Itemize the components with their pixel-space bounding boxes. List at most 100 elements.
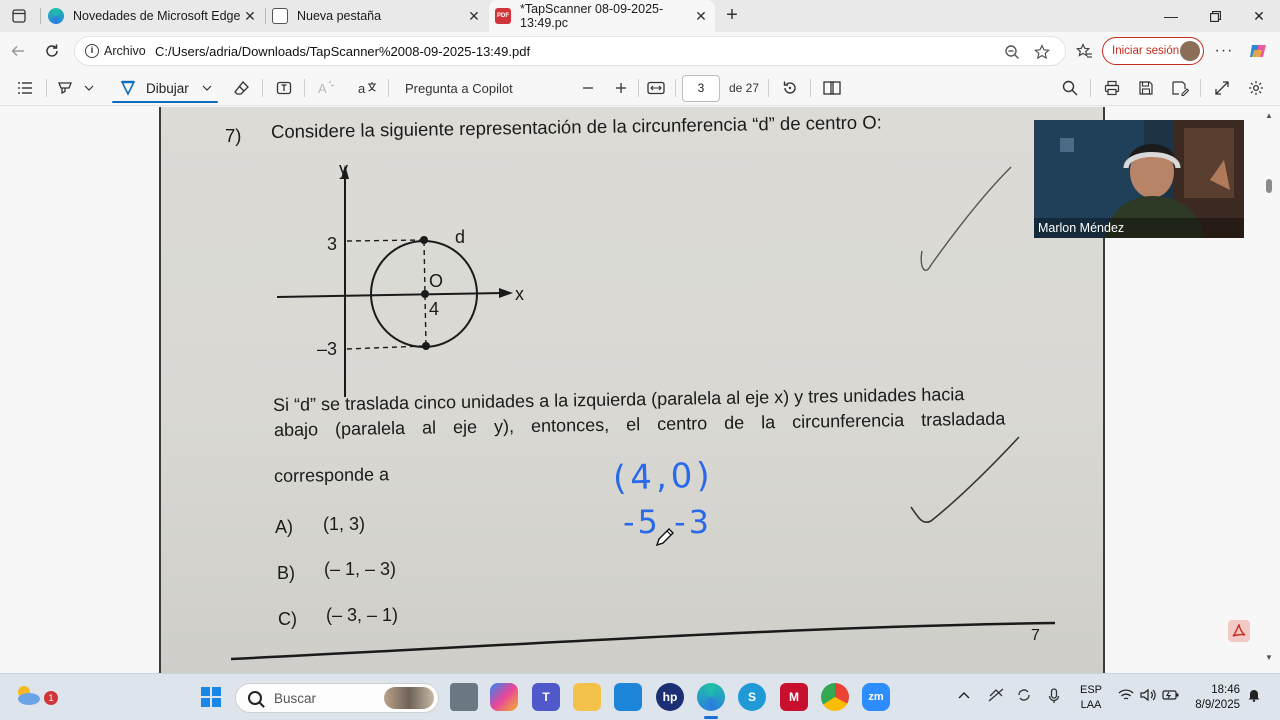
close-window-button[interactable]: ✕: [1236, 0, 1280, 32]
file-explorer-icon[interactable]: [573, 683, 601, 711]
tab-edge-news[interactable]: Novedades de Microsoft Edge ✕: [46, 0, 264, 32]
volume-icon[interactable]: [1140, 688, 1156, 705]
pdf-page: 7) Considere la siguiente representación…: [159, 107, 1105, 673]
network-off-icon[interactable]: [988, 688, 1004, 705]
teams-icon[interactable]: T: [532, 683, 560, 711]
point-bottom: [422, 342, 430, 350]
page-view-button[interactable]: [820, 74, 844, 102]
tab-title: Novedades de Microsoft Edge: [73, 9, 241, 23]
refresh-button[interactable]: [38, 37, 66, 65]
zoom-out-button[interactable]: [576, 74, 600, 102]
zoom-in-button[interactable]: [609, 74, 633, 102]
highlight-button[interactable]: [52, 74, 78, 102]
plus-icon: [616, 83, 626, 93]
save-icon: [1139, 81, 1153, 95]
url-text[interactable]: C:/Users/adria/Downloads/TapScanner%2008…: [155, 44, 530, 59]
microsoft-store-icon[interactable]: [614, 683, 642, 711]
active-indicator: [112, 101, 218, 103]
taskbar: 1 Buscar T hp S M zm ESP LAA 18:46 8/9/2…: [0, 673, 1280, 720]
zoom-icon[interactable]: [1003, 43, 1021, 61]
start-button[interactable]: [197, 683, 225, 711]
fullscreen-button[interactable]: [1210, 74, 1234, 102]
tab-tapscanner-pdf[interactable]: PDF *TapScanner 08-09-2025-13:49.pc ✕: [489, 0, 715, 32]
scroll-up-arrow-icon[interactable]: ▲: [1265, 111, 1273, 120]
language-indicator[interactable]: ESP LAA: [1078, 683, 1104, 713]
zoom-app-icon[interactable]: zm: [862, 683, 890, 711]
search-icon: [248, 691, 262, 705]
system-clock[interactable]: 18:46 8/9/2025: [1188, 683, 1240, 713]
save-as-icon: [1172, 81, 1189, 96]
chevron-up-icon: [958, 692, 970, 699]
draw-label: Dibujar: [146, 80, 189, 96]
pdf-toolbar: Dibujar A a Pregunta a Copilot de 27: [0, 70, 1280, 106]
tab-actions-button[interactable]: [6, 4, 32, 28]
site-info-button[interactable]: i Archivo: [85, 44, 146, 58]
read-aloud-button[interactable]: A: [314, 74, 338, 102]
close-tab-icon[interactable]: ✕: [242, 8, 258, 24]
back-button[interactable]: [4, 37, 32, 65]
profile-avatar: [1180, 41, 1200, 61]
pdf-viewer[interactable]: 7) Considere la siguiente representación…: [0, 107, 1280, 673]
vertical-scrollbar[interactable]: ▲ ▼: [1262, 107, 1276, 673]
toolbar-separator: [1090, 79, 1091, 97]
pdf-settings-button[interactable]: [1244, 74, 1268, 102]
show-hidden-icons[interactable]: [958, 688, 970, 702]
toolbar-separator: [46, 79, 47, 97]
minus-icon: [583, 87, 593, 89]
contents-button[interactable]: [10, 74, 40, 102]
page-number-input[interactable]: 3: [682, 75, 720, 102]
taskbar-search[interactable]: Buscar: [235, 683, 439, 713]
translate-button[interactable]: a: [356, 74, 380, 102]
wifi-icon[interactable]: [1118, 688, 1134, 705]
close-tab-icon[interactable]: ✕: [466, 8, 482, 24]
weather-badge: 1: [44, 691, 58, 705]
favorite-star-icon[interactable]: [1033, 43, 1051, 61]
scroll-down-arrow-icon[interactable]: ▼: [1265, 653, 1273, 662]
option-a-value: (1, 3): [323, 514, 366, 534]
rotate-button[interactable]: [778, 74, 802, 102]
tab-actions-icon: [12, 9, 26, 23]
print-button[interactable]: [1100, 74, 1124, 102]
site-info-label: Archivo: [104, 44, 146, 58]
notifications-bell-icon[interactable]: [1247, 688, 1261, 705]
microphone-icon[interactable]: [1048, 688, 1060, 707]
ask-copilot-button[interactable]: Pregunta a Copilot: [400, 74, 520, 102]
tab-separator: [265, 8, 266, 24]
draw-button[interactable]: Dibujar: [106, 74, 222, 103]
hp-icon[interactable]: hp: [656, 683, 684, 711]
copilot-app-icon[interactable]: [490, 683, 518, 711]
read-aloud-icon: A: [318, 80, 335, 96]
sign-in-button[interactable]: Iniciar sesión: [1102, 37, 1204, 65]
settings-more-button[interactable]: ···: [1210, 37, 1238, 65]
address-bar[interactable]: i Archivo C:/Users/adria/Downloads/TapSc…: [74, 36, 1066, 66]
save-as-button[interactable]: [1168, 74, 1192, 102]
save-button[interactable]: [1134, 74, 1158, 102]
copilot-button[interactable]: [1244, 37, 1272, 65]
skype-icon[interactable]: S: [738, 683, 766, 711]
tab-separator: [40, 8, 41, 24]
eraser-button[interactable]: [230, 74, 254, 102]
option-a-letter: A): [275, 517, 293, 537]
task-view-icon[interactable]: [450, 683, 478, 711]
sync-icon[interactable]: [1016, 688, 1032, 705]
fit-to-width-button[interactable]: [643, 74, 669, 102]
battery-icon[interactable]: [1162, 688, 1180, 705]
acrobat-icon[interactable]: [1228, 620, 1250, 642]
refresh-icon: [46, 44, 58, 57]
text-box-button[interactable]: [272, 74, 296, 102]
scroll-thumb[interactable]: [1266, 179, 1272, 193]
chrome-icon[interactable]: [821, 683, 849, 711]
favorites-button[interactable]: [1070, 37, 1098, 65]
mcafee-icon[interactable]: M: [780, 683, 808, 711]
gear-icon: [1249, 81, 1263, 95]
close-tab-icon[interactable]: ✕: [693, 8, 709, 24]
restore-button[interactable]: [1192, 0, 1238, 32]
language-layout: LAA: [1080, 699, 1102, 711]
new-tab-button[interactable]: +: [720, 4, 744, 28]
highlight-dropdown[interactable]: [80, 74, 98, 102]
edge-taskbar-icon[interactable]: [697, 683, 725, 711]
minimize-button[interactable]: —: [1148, 0, 1194, 32]
find-button[interactable]: [1058, 74, 1082, 102]
weather-widget[interactable]: 1: [14, 683, 58, 711]
tab-new-tab[interactable]: Nueva pestaña ✕: [270, 0, 488, 32]
